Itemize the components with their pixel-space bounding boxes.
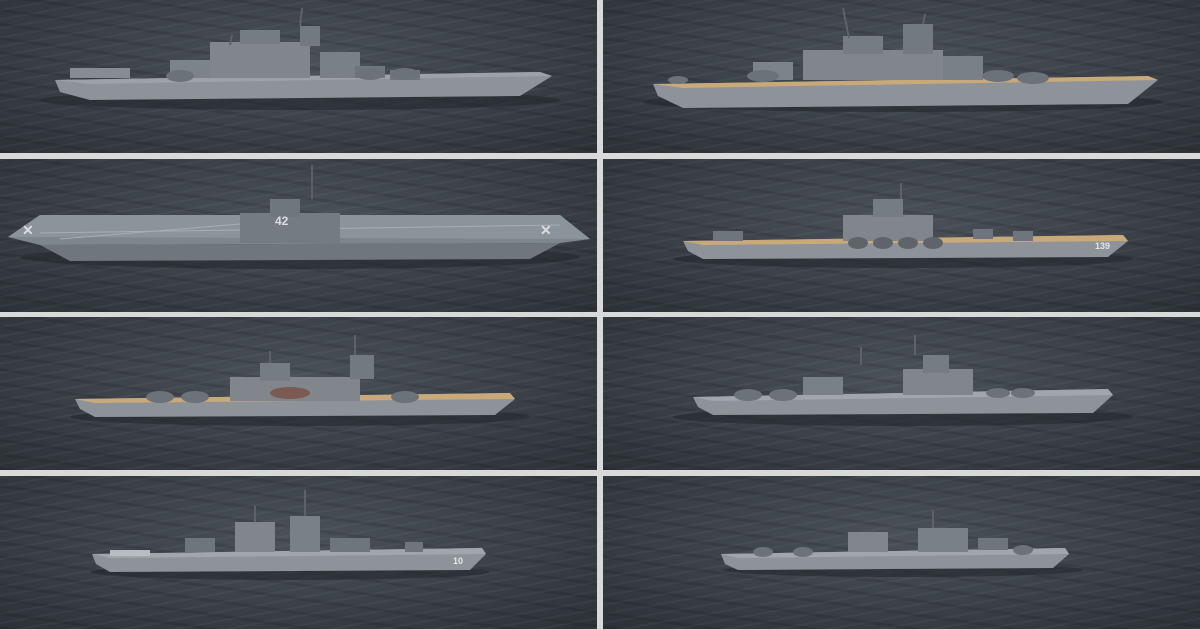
battleship-grey-illustration bbox=[40, 7, 560, 110]
cruiser-wood-illustration: 139 bbox=[673, 183, 1133, 268]
battleship-wood-illustration bbox=[643, 7, 1163, 112]
carrier-deck-marking-bow: ✕ bbox=[22, 222, 34, 238]
carrier-deck-marking-stern: ✕ bbox=[540, 222, 552, 238]
cruiser-hull-number: 139 bbox=[1095, 241, 1110, 251]
battlecruiser-wood-illustration bbox=[70, 335, 530, 426]
ship-tile-battleship-wood bbox=[603, 0, 1200, 153]
ship-gallery-grid: 42 ✕ ✕ 139 10 bbox=[0, 0, 1200, 630]
ship-tile-cruiser-grey bbox=[603, 317, 1200, 470]
aircraft-carrier-illustration: 42 ✕ ✕ bbox=[8, 165, 590, 269]
destroyer-illustration bbox=[721, 510, 1083, 577]
carrier-hull-number: 42 bbox=[275, 214, 289, 228]
missile-cruiser-hull-number: 10 bbox=[453, 556, 463, 566]
ship-tile-destroyer bbox=[603, 476, 1200, 629]
ship-tile-battlecruiser-wood bbox=[0, 317, 597, 470]
ship-tile-aircraft-carrier: 42 ✕ ✕ bbox=[0, 159, 597, 312]
ship-tile-battleship-grey bbox=[0, 0, 597, 153]
missile-cruiser-illustration: 10 bbox=[90, 490, 490, 580]
ship-tile-cruiser-wood: 139 bbox=[603, 159, 1200, 312]
ship-tile-missile-cruiser: 10 bbox=[0, 476, 597, 629]
cruiser-grey-illustration bbox=[673, 335, 1133, 426]
